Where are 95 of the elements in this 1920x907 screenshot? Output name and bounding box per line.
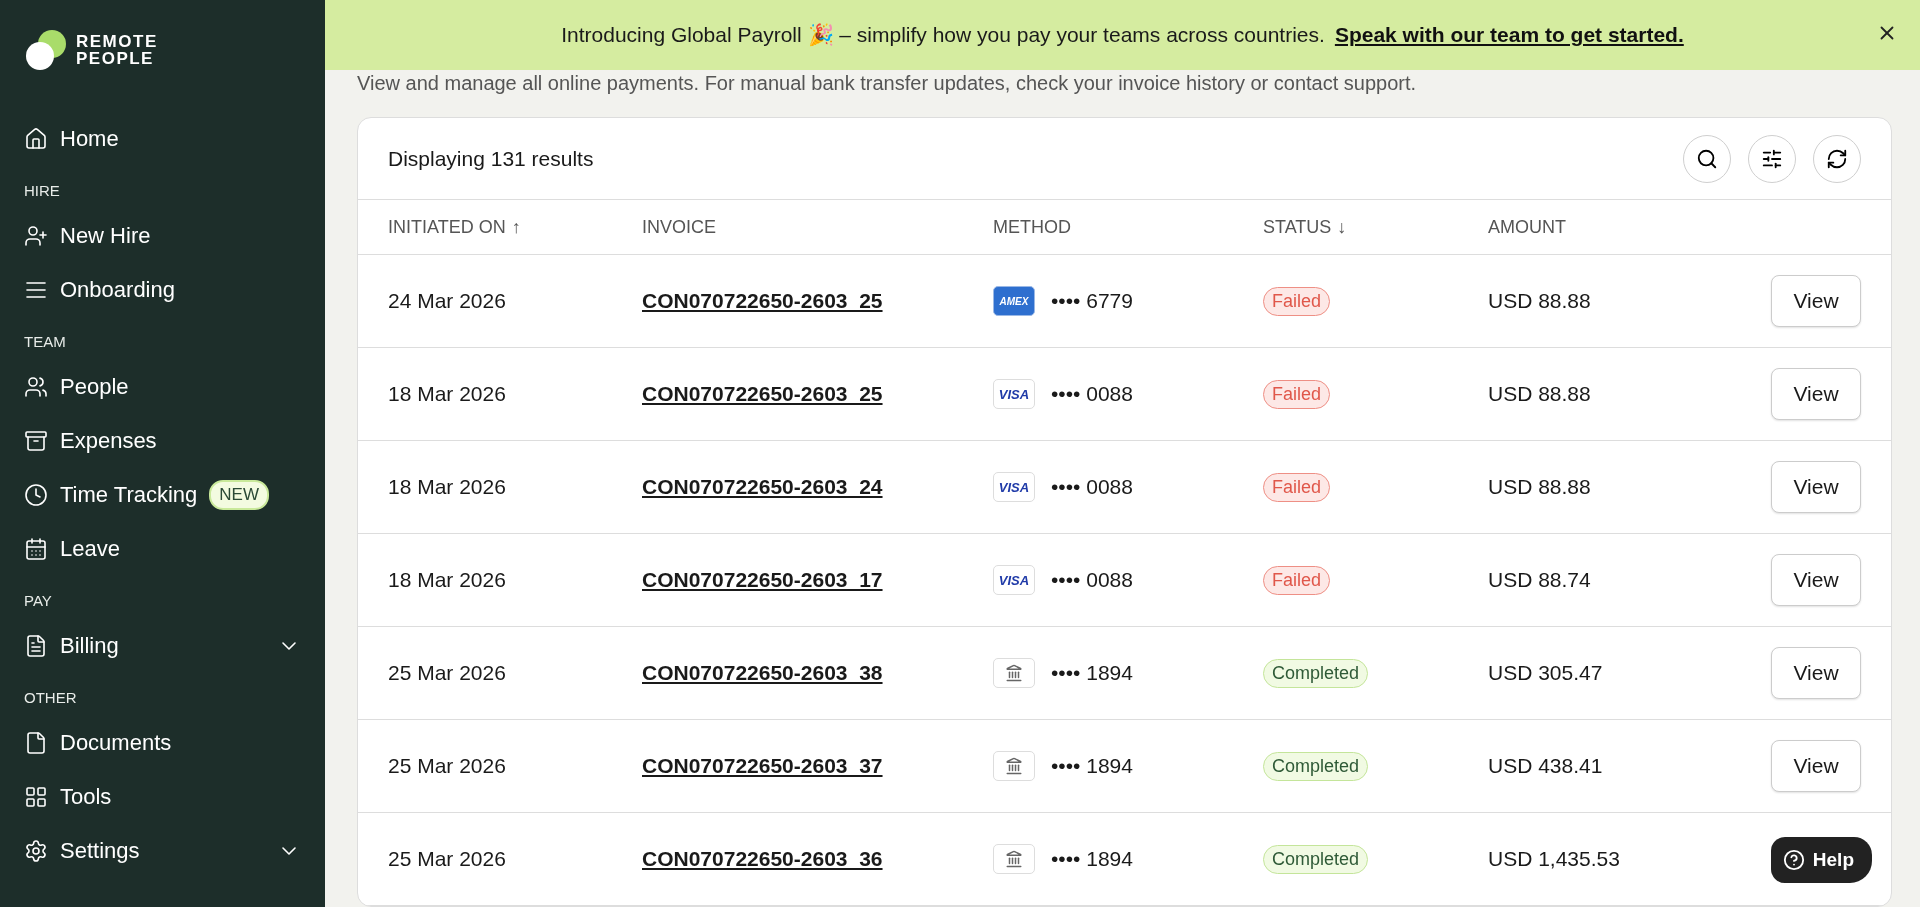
sidebar-item[interactable]: People <box>24 360 325 414</box>
logo-text: REMOTE PEOPLE <box>76 33 158 67</box>
new-badge: NEW <box>209 480 269 510</box>
date-cell-text: 18 Mar 2026 <box>388 382 507 406</box>
card-number: •••• 0088 <box>1051 475 1133 499</box>
user-plus-icon <box>24 224 48 248</box>
bank-icon <box>993 658 1035 688</box>
document-icon <box>24 731 48 755</box>
invoice-link[interactable]: CON070722650-2603_24 <box>642 475 883 498</box>
status-badge: Completed <box>1263 658 1369 688</box>
card-number: •••• 0088 <box>1051 382 1133 406</box>
view-button[interactable]: View <box>1771 554 1861 606</box>
sidebar-item[interactable]: Billing <box>24 619 325 673</box>
view-button[interactable]: View <box>1771 740 1861 792</box>
section-title: OTHER <box>24 689 78 706</box>
amount-cell-text: USD 1,435.53 <box>1488 847 1621 871</box>
help-icon <box>1782 849 1805 871</box>
help-button[interactable]: Help <box>1770 837 1872 883</box>
card-brand-logo: VISA <box>993 565 1035 595</box>
view-button[interactable]: View <box>1771 368 1861 420</box>
amount-cell-text: USD 88.88 <box>1488 289 1592 313</box>
logo-icon <box>24 28 68 72</box>
bank-icon <box>993 751 1035 781</box>
sidebar-item[interactable]: Home <box>24 112 325 166</box>
column-header: INVOICE <box>642 216 716 238</box>
settings-icon <box>24 839 48 863</box>
date-cell-text: 25 Mar 2026 <box>388 847 507 871</box>
sidebar-item[interactable]: Leave <box>24 522 325 576</box>
amount-cell-text: USD 88.88 <box>1488 382 1592 406</box>
sort-arrow: ↑ <box>511 216 521 238</box>
invoice-link[interactable]: CON070722650-2603_38 <box>642 661 883 684</box>
grid-icon <box>24 785 48 809</box>
view-button[interactable]: View <box>1771 275 1861 327</box>
clock-icon <box>24 483 48 507</box>
refresh-button[interactable] <box>1813 134 1861 183</box>
refresh-icon <box>1826 147 1848 170</box>
sort-arrow: ↓ <box>1337 216 1347 238</box>
card-brand-logo: AMEX <box>993 286 1035 316</box>
card-number: •••• 1894 <box>1051 847 1133 871</box>
card-brand-logo: VISA <box>993 472 1035 502</box>
status-badge: Completed <box>1263 844 1369 874</box>
sidebar-item[interactable]: Documents <box>24 716 325 770</box>
invoice-link[interactable]: CON070722650-2603_17 <box>642 568 883 591</box>
document-icon <box>24 634 48 658</box>
users-icon <box>24 375 48 399</box>
status-badge: Failed <box>1263 565 1331 595</box>
card-number: •••• 6779 <box>1051 289 1133 313</box>
sidebar-item[interactable]: Time Tracking NEW <box>24 468 325 522</box>
amount-cell-text: USD 438.41 <box>1488 754 1604 778</box>
column-header: METHOD <box>993 216 1071 238</box>
search-button[interactable] <box>1683 134 1731 183</box>
section-title: PAY <box>24 592 53 609</box>
view-button[interactable]: View <box>1771 461 1861 513</box>
sidebar-item[interactable]: Settings <box>24 824 325 878</box>
amount-cell-text: USD 305.47 <box>1488 661 1604 685</box>
archive-icon <box>24 429 48 453</box>
sidebar-item[interactable]: Onboarding <box>24 263 325 317</box>
card-number: •••• 1894 <box>1051 661 1133 685</box>
column-header[interactable]: STATUS <box>1263 216 1332 238</box>
card-number: •••• 0088 <box>1051 568 1133 592</box>
sidebar-item[interactable]: Expenses <box>24 414 325 468</box>
banner-text: Introducing Global Payroll 🎉 – simplify how you pay your teams across countries. <box>561 23 1325 47</box>
date-cell-text: 25 Mar 2026 <box>388 661 507 685</box>
page-description: View and manage all online payments. For manual bank transfer updates, check your invoice history or contact support. <box>356 71 1418 96</box>
status-badge: Failed <box>1263 472 1331 502</box>
invoice-link[interactable]: CON070722650-2603_25 <box>642 382 883 405</box>
status-badge: Failed <box>1263 286 1331 316</box>
home-icon <box>24 127 48 151</box>
date-cell-text: 24 Mar 2026 <box>388 289 507 313</box>
amount-cell-text: USD 88.88 <box>1488 475 1592 499</box>
status-badge: Failed <box>1263 379 1331 409</box>
date-cell-text: 25 Mar 2026 <box>388 754 507 778</box>
sliders-icon <box>1761 147 1783 170</box>
invoice-link[interactable]: CON070722650-2603_37 <box>642 754 883 777</box>
view-button[interactable]: View <box>1771 647 1861 699</box>
sidebar-item[interactable]: Tools <box>24 770 325 824</box>
column-header[interactable]: INITIATED ON <box>388 216 506 238</box>
results-count: Displaying 131 results <box>388 146 595 171</box>
card-number: •••• 1894 <box>1051 754 1133 778</box>
banner-link[interactable]: Speak with our team to get started. <box>1334 23 1684 47</box>
date-cell-text: 18 Mar 2026 <box>388 568 507 592</box>
invoice-link[interactable]: CON070722650-2603_36 <box>642 847 883 870</box>
section-title: TEAM <box>24 333 67 350</box>
column-header: AMOUNT <box>1488 216 1566 238</box>
bank-icon <box>993 844 1035 874</box>
amount-cell-text: USD 88.74 <box>1488 568 1592 592</box>
date-cell-text: 18 Mar 2026 <box>388 475 507 499</box>
status-badge: Completed <box>1263 751 1369 781</box>
filter-button[interactable] <box>1748 134 1796 183</box>
card-brand-logo: VISA <box>993 379 1035 409</box>
search-icon <box>1696 147 1718 170</box>
calendar-icon <box>24 537 48 561</box>
sidebar-item[interactable]: New Hire <box>24 209 325 263</box>
section-title: HIRE <box>24 182 61 199</box>
invoice-link[interactable]: CON070722650-2603_25 <box>642 289 883 312</box>
